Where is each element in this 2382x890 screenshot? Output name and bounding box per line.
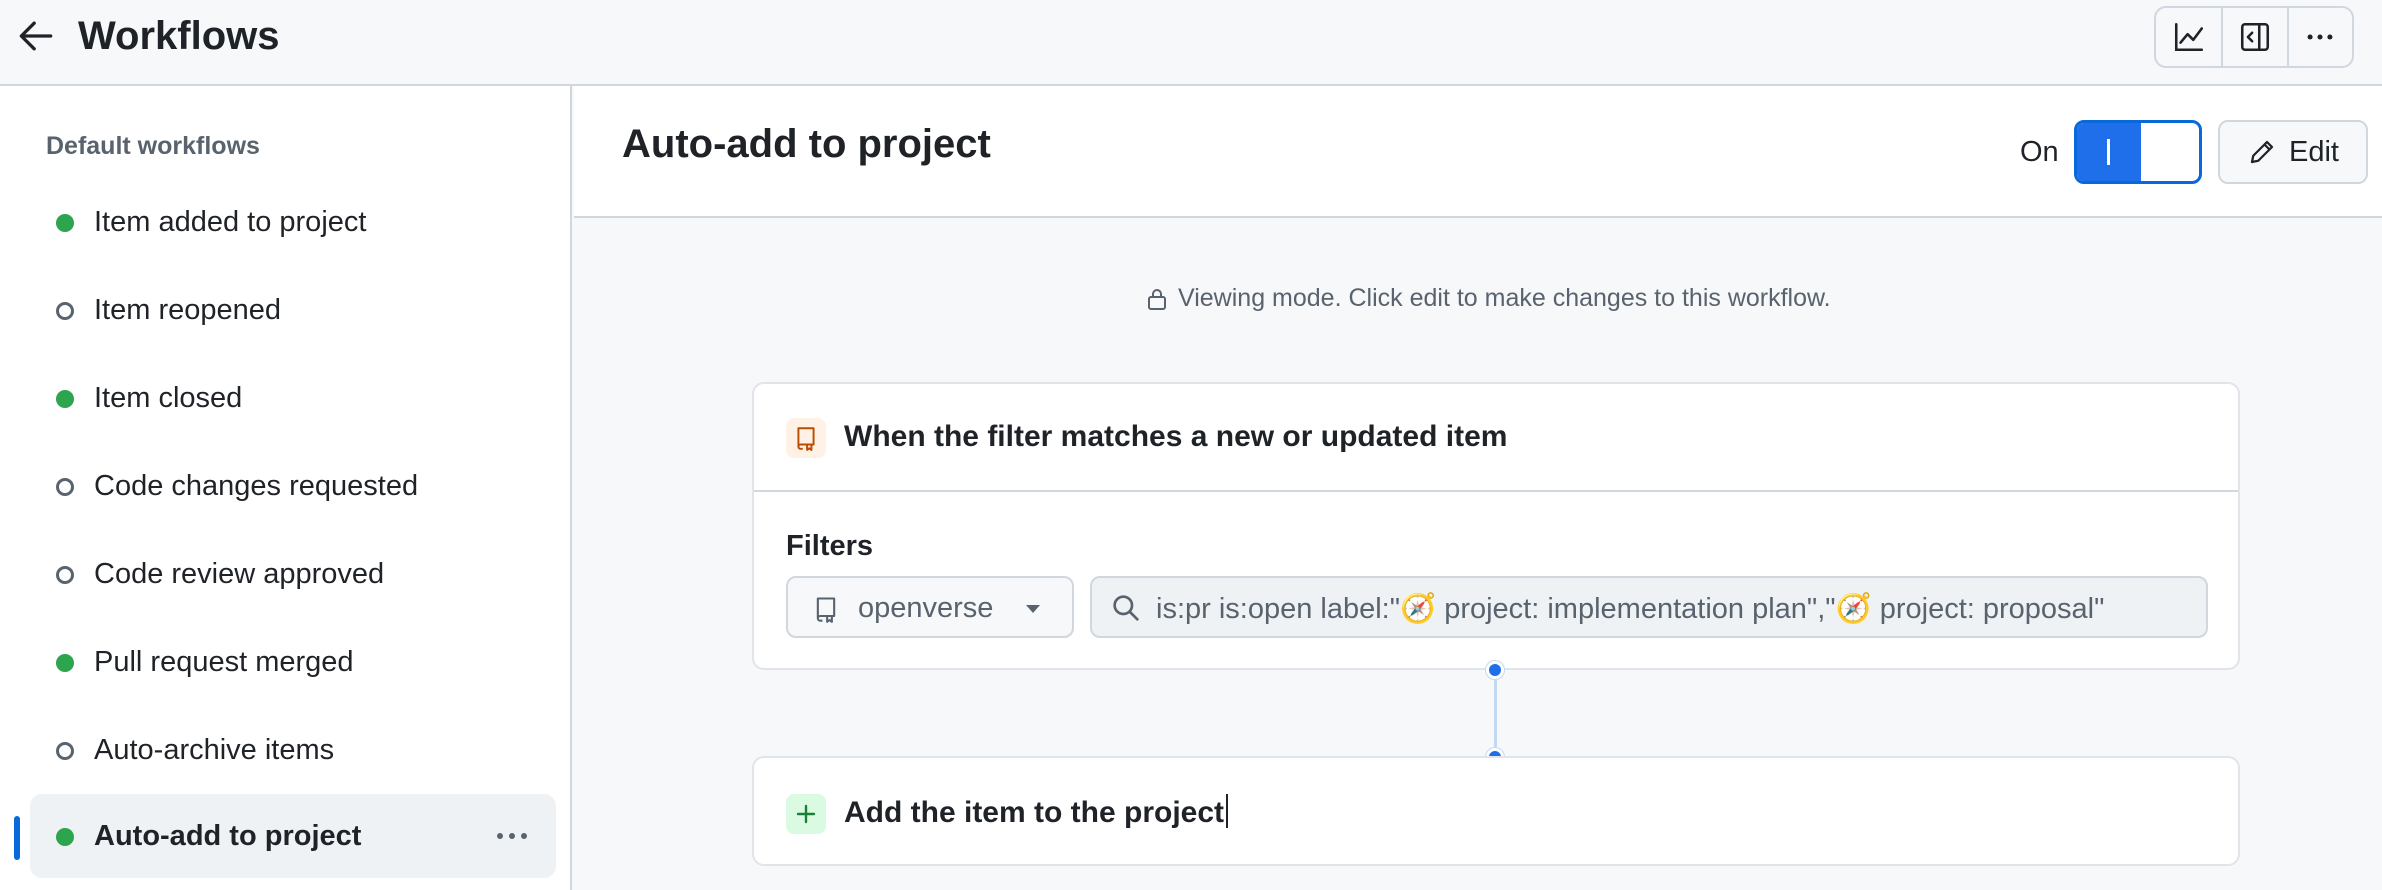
enabled-dot-icon — [56, 828, 74, 846]
enabled-dot-icon — [56, 214, 74, 232]
workflow-titlebar: Auto-add to project On Edit — [574, 86, 2382, 218]
sidebar-item-label: Auto-add to project — [94, 820, 362, 852]
enabled-dot-icon — [56, 390, 74, 408]
sidebar-item-label: Auto-archive items — [94, 734, 335, 766]
sidebar-item-pull-request-merged[interactable]: Pull request merged — [30, 620, 556, 704]
filters-label: Filters — [786, 530, 874, 562]
trigger-card-header: When the filter matches a new or updated… — [754, 384, 2238, 492]
search-icon — [1113, 595, 1139, 621]
sidebar-item-label: Item added to project — [94, 206, 367, 238]
page-title: Workflows — [78, 14, 280, 58]
repository-select[interactable]: openverse — [786, 576, 1074, 638]
sidebar-item-code-review-approved[interactable]: Code review approved — [30, 532, 556, 616]
toggle-sidebar-button[interactable] — [2221, 8, 2286, 66]
repository-name: openverse — [858, 592, 994, 624]
repo-icon — [816, 597, 836, 623]
workflow-connector — [1494, 670, 1497, 758]
viewing-mode-text: Viewing mode. Click edit to make changes… — [1178, 284, 1831, 312]
toggle-knob — [2143, 125, 2199, 179]
sidebar-heading: Default workflows — [46, 132, 260, 160]
sidebar-item-item-closed[interactable]: Item closed — [30, 356, 556, 440]
trigger-icon-badge — [786, 418, 826, 458]
edit-button[interactable]: Edit — [2218, 120, 2368, 184]
graph-icon — [2174, 22, 2203, 52]
disabled-dot-icon — [56, 302, 74, 320]
text-cursor — [1226, 794, 1229, 828]
plus-icon — [796, 804, 816, 824]
workflows-sidebar: Default workflows Item added to project … — [0, 86, 572, 890]
sidebar-expand-icon — [2240, 22, 2270, 52]
kebab-horizontal-icon — [497, 833, 527, 839]
kebab-horizontal-icon — [2307, 34, 2333, 40]
item-more-button[interactable] — [484, 816, 540, 856]
repo-icon — [797, 427, 815, 451]
toggle-on-mark — [2107, 139, 2110, 165]
sidebar-item-label: Code changes requested — [94, 470, 419, 502]
disabled-dot-icon — [56, 566, 74, 584]
disabled-dot-icon — [56, 742, 74, 760]
sidebar-item-auto-add-to-project[interactable]: Auto-add to project — [30, 794, 556, 878]
action-title-text: Add the item to the project — [844, 796, 1225, 829]
workflow-title: Auto-add to project — [622, 122, 991, 166]
arrow-left-icon — [19, 21, 53, 51]
sidebar-item-label: Item closed — [94, 382, 243, 414]
lock-icon — [1148, 288, 1166, 310]
sidebar-item-item-reopened[interactable]: Item reopened — [30, 268, 556, 352]
back-button[interactable] — [14, 14, 62, 58]
action-card[interactable]: Add the item to the project — [752, 756, 2240, 866]
sidebar-item-item-added-to-project[interactable]: Item added to project — [30, 180, 556, 264]
trigger-card: When the filter matches a new or updated… — [752, 382, 2240, 670]
active-indicator — [14, 816, 20, 860]
enabled-dot-icon — [56, 654, 74, 672]
viewing-mode-note: Viewing mode. Click edit to make changes… — [1146, 284, 1831, 313]
filter-query-text: is:pr is:open label:"🧭 project: implemen… — [1156, 593, 2105, 625]
action-title: Add the item to the project — [844, 794, 1229, 830]
disabled-dot-icon — [56, 478, 74, 496]
sidebar-item-label: Item reopened — [94, 294, 282, 326]
more-options-button[interactable] — [2286, 8, 2352, 66]
sidebar-item-label: Code review approved — [94, 558, 385, 590]
sidebar-item-code-changes-requested[interactable]: Code changes requested — [30, 444, 556, 528]
workflow-toggle[interactable] — [2074, 120, 2202, 184]
sidebar-item-auto-archive-items[interactable]: Auto-archive items — [30, 708, 556, 792]
edit-button-label: Edit — [2289, 135, 2339, 168]
toggle-label: On — [2020, 136, 2059, 168]
action-icon-badge — [786, 794, 826, 834]
sidebar-item-label: Pull request merged — [94, 646, 354, 678]
header-toolbar — [2154, 6, 2354, 68]
filter-query-input[interactable]: is:pr is:open label:"🧭 project: implemen… — [1090, 576, 2208, 638]
page-header: Workflows — [0, 0, 2382, 86]
insights-button[interactable] — [2156, 8, 2221, 66]
connector-node-top — [1486, 661, 1504, 679]
triangle-down-icon — [1026, 605, 1040, 613]
pencil-icon — [2250, 140, 2274, 164]
trigger-title: When the filter matches a new or updated… — [844, 420, 1508, 453]
